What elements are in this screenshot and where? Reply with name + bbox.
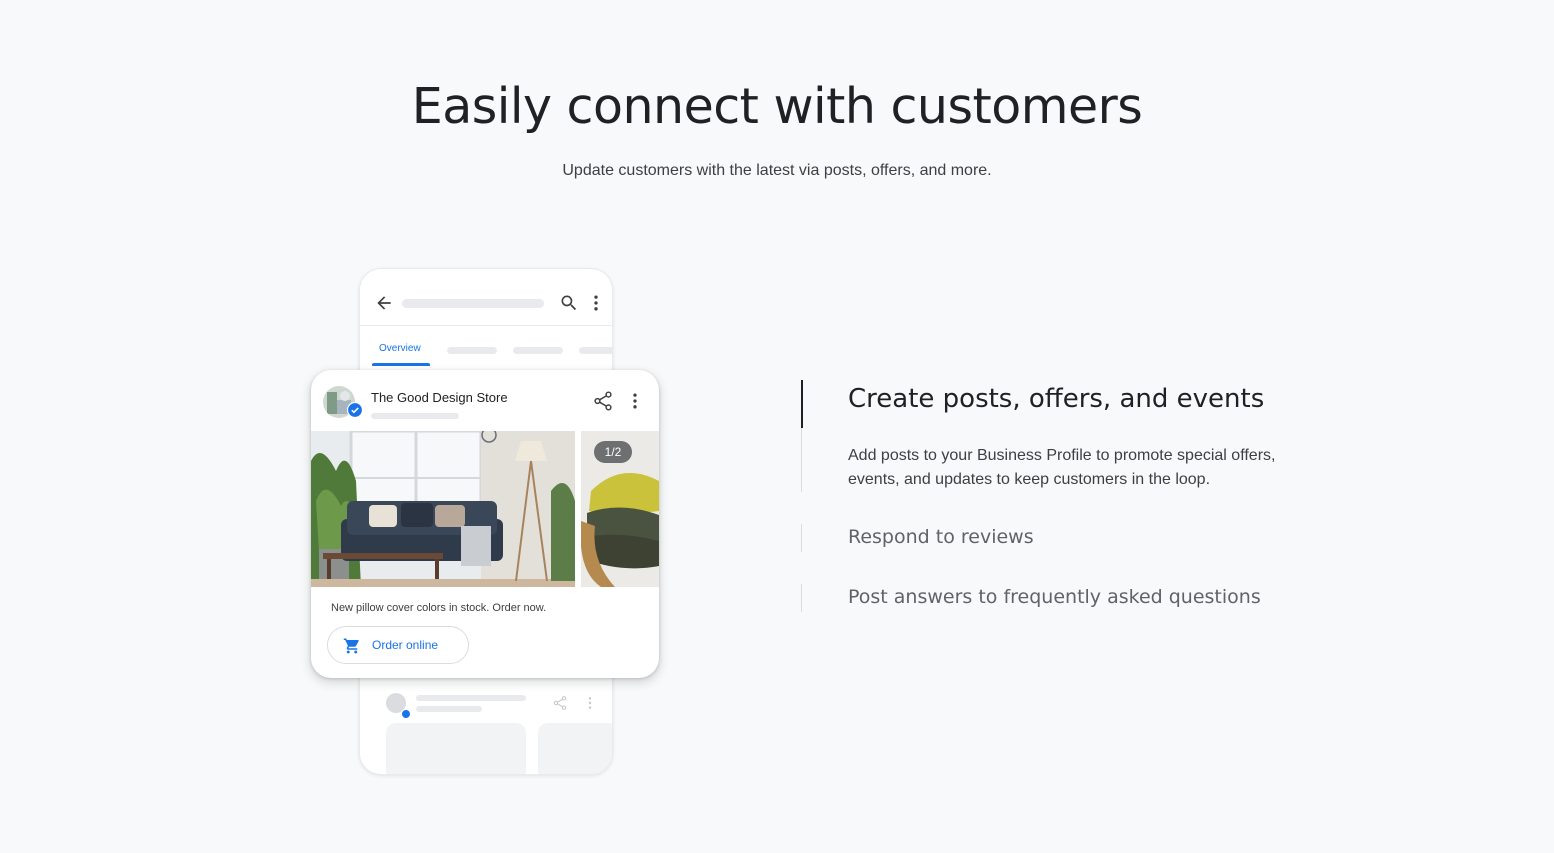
feature-divider-line — [801, 428, 802, 492]
tab-overview: Overview — [379, 343, 421, 354]
search-placeholder-bar — [402, 299, 544, 308]
feature-divider-line — [801, 584, 802, 612]
feature-title: Respond to reviews — [848, 526, 1034, 548]
order-online-button[interactable]: Order online — [327, 626, 469, 664]
business-post-card: The Good Design Store 1/2 New pillow cov… — [311, 370, 659, 678]
text-placeholder — [416, 706, 482, 712]
tab-active-indicator — [372, 363, 430, 366]
post-text: New pillow cover colors in stock. Order … — [331, 602, 547, 614]
store-subtitle-placeholder — [371, 413, 459, 419]
share-icon — [553, 696, 567, 710]
verified-badge-icon — [401, 709, 411, 719]
image-counter-badge: 1/2 — [594, 441, 632, 463]
tab-placeholder — [447, 347, 497, 354]
image-placeholder — [386, 723, 526, 774]
feature-title: Create posts, offers, and events — [848, 384, 1265, 414]
post-image-living-room — [311, 431, 575, 587]
feature-divider-line — [801, 524, 802, 552]
more-vert-icon — [588, 697, 592, 709]
feature-title: Post answers to frequently asked questio… — [848, 586, 1261, 608]
arrow-back-icon — [377, 296, 391, 310]
more-vert-icon[interactable] — [625, 391, 645, 411]
section-subheadline: Update customers with the latest via pos… — [562, 162, 992, 179]
tab-placeholder — [579, 347, 612, 354]
feature-active-indicator — [801, 380, 803, 428]
tab-placeholder — [513, 347, 563, 354]
cart-icon — [343, 638, 359, 654]
text-placeholder — [416, 695, 526, 701]
phone-app-bar — [374, 291, 600, 315]
verified-badge-icon — [347, 402, 363, 418]
app-bar-divider — [360, 325, 612, 326]
order-online-label: Order online — [372, 638, 439, 652]
share-icon[interactable] — [592, 390, 614, 412]
section-headline: Easily connect with customers — [411, 78, 1143, 135]
store-name: The Good Design Store — [371, 390, 508, 405]
more-vert-icon — [594, 295, 598, 311]
image-placeholder — [538, 723, 612, 774]
search-icon — [561, 295, 577, 311]
feature-description: Add posts to your Business Profile to pr… — [848, 447, 1276, 488]
